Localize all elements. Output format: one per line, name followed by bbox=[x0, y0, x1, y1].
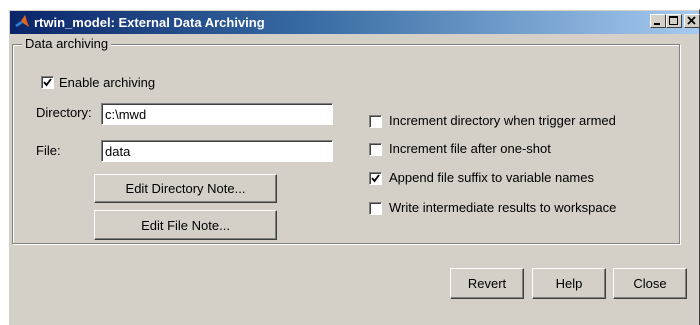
write-intermediate-checkbox[interactable] bbox=[369, 202, 382, 215]
edit-directory-note-button[interactable]: Edit Directory Note... bbox=[94, 174, 277, 203]
append-suffix-label: Append file suffix to variable names bbox=[389, 170, 594, 185]
increment-file-checkbox[interactable] bbox=[369, 143, 382, 156]
file-input[interactable] bbox=[101, 140, 333, 162]
matlab-logo-icon bbox=[14, 14, 31, 31]
help-button[interactable]: Help bbox=[532, 268, 606, 299]
directory-label: Directory: bbox=[36, 105, 92, 120]
file-label: File: bbox=[36, 143, 61, 158]
group-title: Data archiving bbox=[22, 36, 112, 52]
minimize-button[interactable] bbox=[650, 14, 666, 28]
close-icon bbox=[687, 16, 696, 25]
title-bar[interactable]: rtwin_model: External Data Archiving bbox=[10, 11, 700, 34]
close-button[interactable]: Close bbox=[613, 268, 687, 299]
write-intermediate-label: Write intermediate results to workspace bbox=[389, 200, 617, 215]
increment-file-label: Increment file after one-shot bbox=[389, 141, 551, 156]
edit-file-note-button[interactable]: Edit File Note... bbox=[94, 210, 277, 240]
append-suffix-checkbox[interactable] bbox=[369, 172, 382, 185]
enable-archiving-checkbox[interactable] bbox=[41, 76, 54, 89]
enable-archiving-label: Enable archiving bbox=[59, 75, 156, 90]
increment-directory-label: Increment directory when trigger armed bbox=[389, 113, 616, 128]
maximize-button[interactable] bbox=[666, 14, 682, 28]
directory-input[interactable] bbox=[101, 103, 333, 125]
increment-directory-checkbox[interactable] bbox=[369, 115, 382, 128]
revert-button[interactable]: Revert bbox=[450, 268, 524, 299]
maximize-icon bbox=[669, 16, 678, 25]
close-window-button[interactable] bbox=[684, 14, 700, 28]
window-title: rtwin_model: External Data Archiving bbox=[34, 15, 265, 30]
checkmark-icon bbox=[43, 78, 52, 87]
minimize-icon bbox=[654, 23, 660, 25]
checkmark-icon bbox=[371, 174, 380, 183]
